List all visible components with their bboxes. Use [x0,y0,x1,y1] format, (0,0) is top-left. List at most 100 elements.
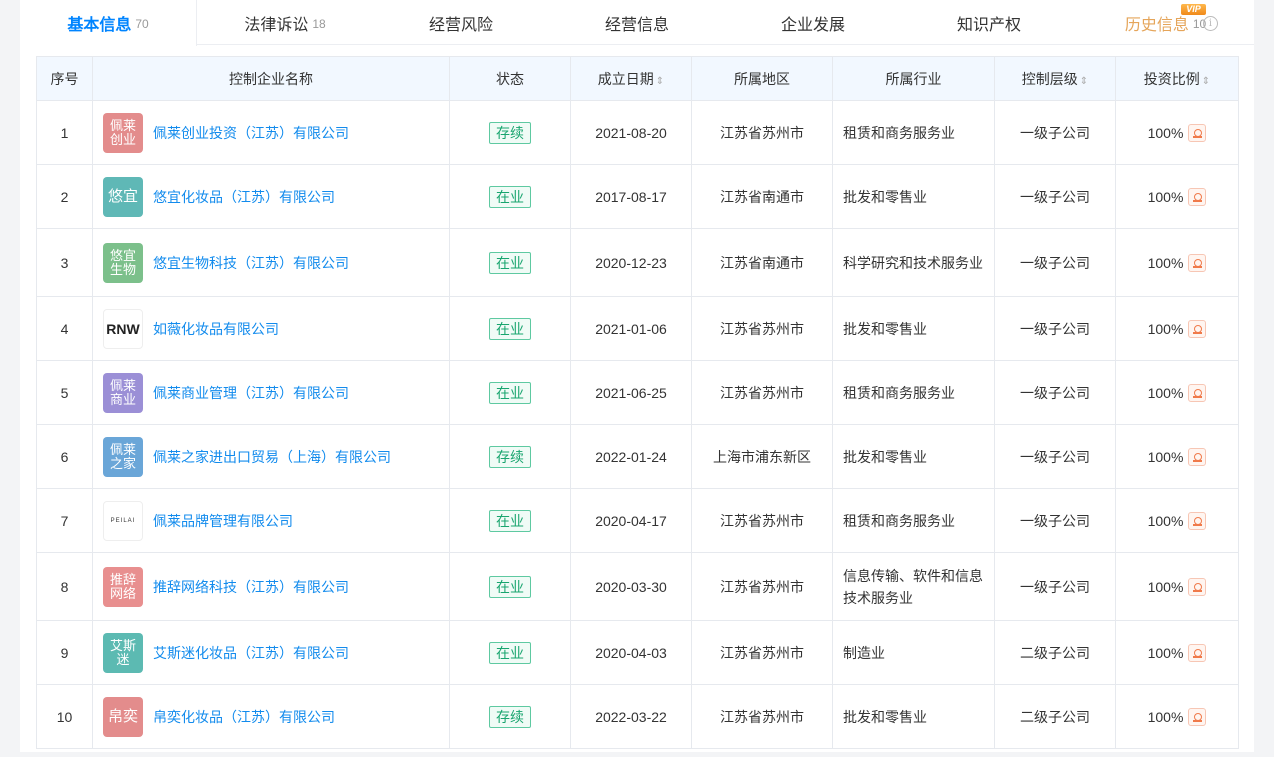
ratio-cell: 100% [1115,424,1239,489]
control-level: 一级子公司 [994,552,1116,621]
status-cell: 在业 [449,360,571,425]
equity-chart-icon[interactable] [1188,383,1207,402]
ratio-cell: 100% [1115,488,1239,553]
region: 江苏省苏州市 [691,296,833,361]
status-cell: 在业 [449,620,571,685]
sort-icon: ⇕ [1079,75,1089,87]
industry: 批发和零售业 [832,296,995,361]
region: 江苏省苏州市 [691,552,833,621]
equity-chart-icon[interactable] [1188,187,1207,206]
ratio-cell: 100% [1115,552,1239,621]
company-name-link[interactable]: 悠宜化妆品（江苏）有限公司 [153,187,335,207]
investment-ratio: 100% [1147,124,1184,141]
status-badge: 存续 [489,705,531,728]
header-date-label: 成立日期 [597,70,654,87]
table-row: 9 艾斯迷 艾斯迷化妆品（江苏）有限公司 在业 2020-04-03 江苏省苏州… [36,620,1239,685]
company-name-link[interactable]: 艾斯迷化妆品（江苏）有限公司 [153,643,349,663]
header-status: 状态 [449,56,571,101]
company-cell: 艾斯迷 艾斯迷化妆品（江苏）有限公司 [92,620,450,685]
tab-operation[interactable]: 经营信息 [549,0,725,45]
equity-chart-icon[interactable] [1188,253,1207,272]
founded-date: 2021-06-25 [570,360,692,425]
equity-chart-icon[interactable] [1188,123,1207,142]
company-logo: 推辞 网络 [103,566,143,607]
status-badge: 存续 [489,121,531,144]
company-logo: 帛奕 [103,696,143,737]
investment-ratio: 100% [1147,708,1184,725]
region: 江苏省南通市 [691,164,833,229]
equity-chart-icon[interactable] [1188,707,1207,726]
company-logo: 佩莱 创业 [103,112,143,153]
status-badge: 存续 [489,445,531,468]
table-header-row: 序号 控制企业名称 状态 成立日期 ⇕ 所属地区 所属行业 控制层级 ⇕ 投资比例 ⇕ [36,56,1239,101]
tab-development[interactable]: 企业发展 [725,0,901,45]
control-level: 二级子公司 [994,620,1116,685]
table-row: 10 帛奕 帛奕化妆品（江苏）有限公司 存续 2022-03-22 江苏省苏州市… [36,684,1239,749]
tab-legal[interactable]: 法律诉讼 18 [197,0,373,45]
status-cell: 在业 [449,296,571,361]
company-name-link[interactable]: 帛奕化妆品（江苏）有限公司 [153,707,335,727]
ratio-cell: 100% [1115,100,1239,165]
region: 江苏省苏州市 [691,620,833,685]
table-row: 2 悠宜 悠宜化妆品（江苏）有限公司 在业 2017-08-17 江苏省南通市 … [36,164,1239,229]
company-name-link[interactable]: 佩莱创业投资（江苏）有限公司 [153,123,349,143]
equity-chart-icon[interactable] [1188,577,1207,596]
region: 江苏省苏州市 [691,100,833,165]
info-icon[interactable]: i [1203,16,1218,31]
company-logo: 悠宜 生物 [103,242,143,283]
table-row: 3 悠宜 生物 悠宜生物科技（江苏）有限公司 在业 2020-12-23 江苏省南… [36,228,1239,297]
investment-ratio: 100% [1147,448,1184,465]
control-level: 二级子公司 [994,684,1116,749]
controlled-companies-table: 序号 控制企业名称 状态 成立日期 ⇕ 所属地区 所属行业 控制层级 ⇕ 投资比例 ⇕… [36,56,1239,749]
company-name-link[interactable]: 如薇化妆品有限公司 [153,319,279,339]
founded-date: 2020-04-17 [570,488,692,553]
row-index: 4 [36,296,93,361]
table-row: 4 RNW 如薇化妆品有限公司 在业 2021-01-06 江苏省苏州市 批发和… [36,296,1239,361]
equity-chart-icon[interactable] [1188,643,1207,662]
tab-risk[interactable]: 经营风险 [373,0,549,45]
status-cell: 在业 [449,164,571,229]
company-name-link[interactable]: 悠宜生物科技（江苏）有限公司 [153,253,349,273]
tab-label: 历史信息 [1124,16,1189,34]
row-index: 3 [36,228,93,297]
investment-ratio: 100% [1147,320,1184,337]
tab-basic-info[interactable]: 基本信息 70 [20,0,197,46]
tab-ip[interactable]: 知识产权 [901,0,1077,45]
header-date[interactable]: 成立日期 ⇕ [570,56,692,101]
company-name-link[interactable]: 佩莱商业管理（江苏）有限公司 [153,383,349,403]
equity-chart-icon[interactable] [1188,447,1207,466]
industry: 信息传输、软件和信息技术服务业 [832,552,995,621]
control-level: 一级子公司 [994,360,1116,425]
equity-chart-icon[interactable] [1188,319,1207,338]
control-level: 一级子公司 [994,228,1116,297]
investment-ratio: 100% [1147,578,1184,595]
sort-icon: ⇕ [1201,75,1211,87]
company-name-link[interactable]: 佩莱品牌管理有限公司 [153,511,293,531]
tab-bar: 基本信息 70 法律诉讼 18 经营风险 经营信息 企业发展 知识产权 历史信息 10… [20,0,1254,46]
tab-label: 经营风险 [428,16,493,34]
header-ratio[interactable]: 投资比例 ⇕ [1115,56,1239,101]
founded-date: 2020-12-23 [570,228,692,297]
industry: 租赁和商务服务业 [832,488,995,553]
investment-ratio: 100% [1147,254,1184,271]
equity-chart-icon[interactable] [1188,511,1207,530]
status-cell: 在业 [449,228,571,297]
row-index: 2 [36,164,93,229]
company-name-link[interactable]: 推辞网络科技（江苏）有限公司 [153,577,349,597]
header-level[interactable]: 控制层级 ⇕ [994,56,1116,101]
company-name-link[interactable]: 佩莱之家进出口贸易（上海）有限公司 [153,447,391,467]
company-logo: RNW [103,308,143,349]
status-badge: 在业 [489,317,531,340]
tab-label: 法律诉讼 [244,16,309,34]
status-badge: 在业 [489,509,531,532]
tab-label: 经营信息 [604,16,669,34]
investment-ratio: 100% [1147,384,1184,401]
region: 江苏省南通市 [691,228,833,297]
tab-count: 70 [135,17,149,31]
header-name: 控制企业名称 [92,56,450,101]
industry: 批发和零售业 [832,684,995,749]
company-cell: 佩莱 商业 佩莱商业管理（江苏）有限公司 [92,360,450,425]
tab-history[interactable]: 历史信息 10 [1077,0,1254,45]
region: 江苏省苏州市 [691,488,833,553]
industry: 制造业 [832,620,995,685]
